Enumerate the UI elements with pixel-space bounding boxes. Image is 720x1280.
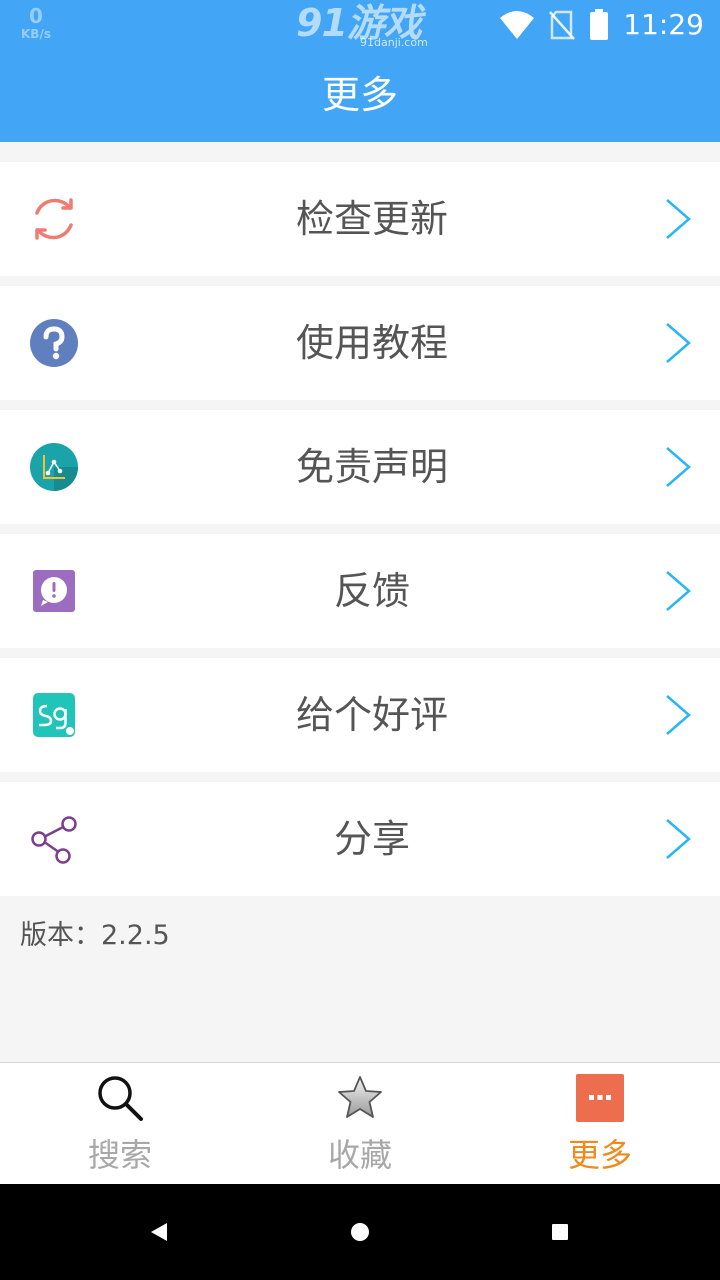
system-nav-bar [0, 1184, 720, 1280]
menu-item-label: 检查更新 [295, 197, 448, 241]
status-bar: 0 KB/s 91游戏 91danji.com 11:29 [0, 0, 720, 50]
tab-favorites[interactable]: 收藏 [240, 1063, 480, 1185]
recents-icon[interactable] [540, 1212, 580, 1252]
menu-item-label: 分享 [333, 817, 410, 861]
page-title: 更多 [321, 73, 398, 117]
menu-item-share[interactable]: 分享 [0, 782, 720, 896]
network-speed-indicator: 0 KB/s [18, 6, 54, 40]
tab-label: 搜索 [87, 1136, 152, 1174]
menu-item-label: 免责声明 [295, 445, 448, 489]
tab-search[interactable]: 搜索 [0, 1063, 240, 1185]
chevron-right-icon [664, 694, 692, 736]
menu-item-check-update[interactable]: 检查更新 [0, 162, 720, 276]
refresh-icon [29, 194, 79, 244]
chevron-right-icon [664, 446, 692, 488]
status-icons: 11:29 [485, 8, 704, 42]
search-icon [95, 1073, 145, 1123]
menu-item-label: 使用教程 [295, 321, 448, 365]
no-sim-icon [549, 10, 576, 40]
chevron-right-icon [664, 818, 692, 860]
clock: 11:29 [623, 8, 704, 41]
menu-item-tutorial[interactable]: 使用教程 [0, 286, 720, 400]
share-icon [29, 814, 79, 864]
tab-label: 收藏 [327, 1136, 392, 1174]
rate-icon [29, 690, 79, 740]
home-icon[interactable] [340, 1212, 380, 1252]
menu-item-rate[interactable]: 给个好评 [0, 658, 720, 772]
menu-item-label: 反馈 [333, 569, 410, 613]
settings-menu: 检查更新 使用教程 免责声明 反馈 给个好评 分享 [0, 162, 720, 906]
back-icon[interactable] [140, 1212, 180, 1252]
chevron-right-icon [664, 198, 692, 240]
network-speed-value: 0 [29, 4, 43, 28]
wifi-icon [499, 10, 535, 40]
chevron-right-icon [664, 570, 692, 612]
menu-item-label: 给个好评 [295, 693, 448, 737]
feedback-icon [29, 566, 79, 616]
app-header: 0 KB/s 91游戏 91danji.com 11:29 更多 [0, 0, 720, 142]
version-label: 版本：2.2.5 [20, 920, 170, 951]
tab-label: 更多 [567, 1136, 632, 1174]
tab-more[interactable]: 更多 [480, 1063, 720, 1185]
star-icon [335, 1073, 385, 1123]
menu-item-feedback[interactable]: 反馈 [0, 534, 720, 648]
logo-subtext: 91danji.com [360, 36, 428, 49]
app-logo: 91游戏 91danji.com [296, 2, 428, 52]
chevron-right-icon [664, 322, 692, 364]
bottom-tab-bar: 搜索 收藏 更多 [0, 1062, 720, 1185]
question-icon [29, 318, 79, 368]
battery-icon [589, 9, 609, 41]
disclaimer-icon [29, 442, 79, 492]
network-speed-unit: KB/s [21, 27, 51, 41]
more-icon [575, 1073, 625, 1123]
menu-item-disclaimer[interactable]: 免责声明 [0, 410, 720, 524]
